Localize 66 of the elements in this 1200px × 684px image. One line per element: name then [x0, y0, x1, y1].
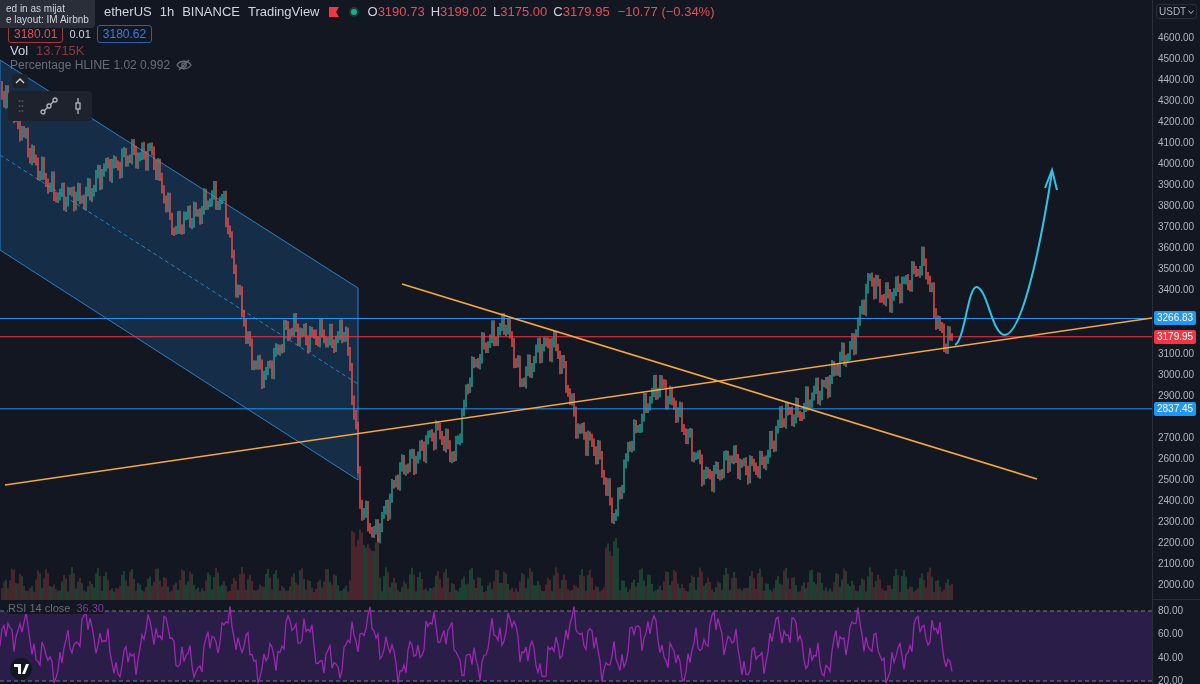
- axis-tick-label: 2600.00: [1158, 451, 1195, 466]
- trend-line[interactable]: [4, 317, 1152, 486]
- collapse-button[interactable]: [12, 74, 28, 88]
- axis-tick-label: 4100.00: [1158, 136, 1195, 151]
- axis-tick-label: 4400.00: [1158, 73, 1195, 88]
- tooltip-text: e layout: IM Airbnb: [6, 14, 89, 25]
- symbol-name[interactable]: etherUS: [104, 4, 152, 19]
- ohlc-value: 3190.73: [377, 4, 425, 19]
- axis-tick-label: 3100.00: [1158, 346, 1195, 361]
- axis-tick-label: 2700.00: [1158, 430, 1195, 445]
- price-label: 2837.45: [1154, 401, 1197, 416]
- volume-label: Vol: [10, 43, 29, 58]
- horizontal-line[interactable]: [0, 408, 1152, 410]
- axis-tick-label: 2000.00: [1158, 578, 1195, 593]
- axis-tick-label: 4500.00: [1158, 52, 1195, 67]
- indicator-legend[interactable]: Percentage HLINE 1.02 0.992: [10, 58, 171, 72]
- rsi-value: 36.30: [76, 602, 104, 614]
- axis-tick-label: 4300.00: [1158, 94, 1195, 109]
- axis-tick-label: 20.00: [1158, 674, 1184, 684]
- ohlc-label: H: [430, 4, 441, 19]
- ohlc-label: L: [493, 4, 501, 19]
- axis-tick-label: 2900.00: [1158, 388, 1195, 403]
- rsi-legend[interactable]: RSI 14 close: [8, 602, 71, 614]
- axis-tick-label: 2100.00: [1158, 557, 1195, 571]
- axis-tick-label: 80.00: [1158, 604, 1184, 618]
- axis-tick-label: 3700.00: [1158, 220, 1195, 235]
- axis-tick-label: 40.00: [1158, 650, 1184, 665]
- ohlc-value: 3179.95: [562, 4, 610, 19]
- axis-tick-label: 2200.00: [1158, 535, 1195, 550]
- buy-button[interactable]: 3180.62: [96, 25, 153, 43]
- axis-tick-label: 3900.00: [1158, 178, 1195, 193]
- spread-value: 0.01: [69, 28, 91, 40]
- price-label: 3179.95: [1154, 329, 1197, 344]
- source-label: TradingView: [247, 4, 320, 19]
- axis-tick-label: 3600.00: [1158, 241, 1195, 256]
- axis-tick-label: 4600.00: [1158, 31, 1195, 45]
- ohlc-value: 3175.00: [500, 4, 548, 19]
- eye-icon[interactable]: [176, 59, 193, 71]
- axis-tick-label: 4000.00: [1158, 157, 1195, 172]
- projection-arrow[interactable]: [954, 166, 1058, 346]
- price-label: 3266.83: [1154, 311, 1197, 326]
- flag-icon[interactable]: [327, 5, 340, 18]
- candle-tool-icon[interactable]: [74, 97, 82, 115]
- drag-handle-icon[interactable]: [18, 99, 24, 113]
- price-change: −10.77 (−0.34%): [617, 4, 715, 19]
- axis-tick-label: 2400.00: [1158, 493, 1195, 508]
- axis-tick-label: 2300.00: [1158, 514, 1195, 529]
- ohlc-label: O: [367, 4, 378, 19]
- volume-value: 13.715K: [36, 43, 85, 58]
- trend-line-tool-icon[interactable]: [40, 97, 58, 115]
- axis-tick-label: 3000.00: [1158, 367, 1195, 382]
- caret-icon: [15, 78, 25, 84]
- ohlc-value: 3199.02: [440, 4, 488, 19]
- trend-line[interactable]: [401, 283, 1038, 480]
- axis-tick-label: 3400.00: [1158, 283, 1195, 298]
- tooltip-text: ed in as mijat: [6, 3, 65, 14]
- exchange-label: BINANCE: [182, 4, 240, 19]
- axis-tick-label: 3500.00: [1158, 262, 1195, 277]
- axis-tick-label: 4200.00: [1158, 115, 1195, 130]
- axis-tick-label: 2500.00: [1158, 472, 1195, 487]
- currency-dropdown[interactable]: USDT: [1156, 4, 1198, 19]
- caret-icon: [1188, 9, 1195, 14]
- ohlc-label: C: [553, 4, 563, 19]
- axis-tick-label: 60.00: [1158, 627, 1184, 642]
- axis-tick-label: 3800.00: [1158, 199, 1195, 214]
- interval-label[interactable]: 1h: [159, 4, 175, 19]
